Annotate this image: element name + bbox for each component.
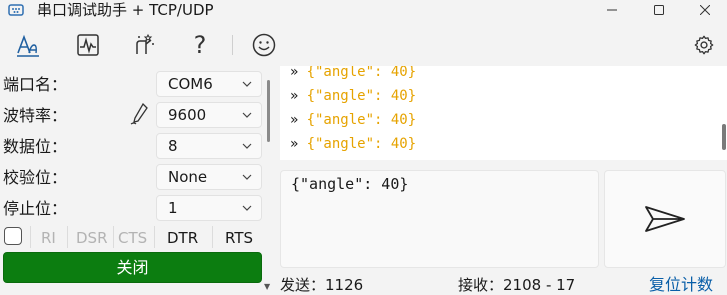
signal-divider bbox=[30, 226, 31, 248]
close-window-button[interactable] bbox=[682, 0, 727, 20]
reset-count-link[interactable]: 复位计数 bbox=[649, 275, 713, 295]
baud-value: 9600 bbox=[168, 106, 207, 124]
ri-indicator: RI bbox=[41, 229, 56, 247]
settings-scrollbar-thumb[interactable] bbox=[267, 80, 270, 142]
chevron-down-icon bbox=[242, 112, 252, 118]
log-line: » {"angle": 40} bbox=[290, 136, 417, 152]
received-count: 接收：2108 - 17 bbox=[458, 276, 576, 294]
port-select[interactable]: COM6 bbox=[156, 71, 262, 97]
scroll-down-icon[interactable]: ▼ bbox=[264, 282, 270, 291]
dtr-toggle[interactable]: DTR bbox=[167, 228, 198, 248]
baud-label: 波特率： bbox=[3, 106, 68, 125]
chevron-down-icon bbox=[242, 81, 252, 87]
help-icon: ? bbox=[193, 31, 207, 59]
minimize-icon bbox=[607, 9, 617, 11]
magic-wand-icon bbox=[136, 33, 154, 54]
log-line: » {"angle": 40} bbox=[290, 112, 417, 128]
maximize-button[interactable] bbox=[636, 0, 682, 20]
smiley-icon bbox=[252, 33, 276, 57]
parity-label: 校验位： bbox=[3, 168, 68, 187]
chevron-down-icon bbox=[242, 143, 252, 149]
window-title: 串口调试助手 + TCP/UDP bbox=[37, 1, 214, 19]
close-port-button[interactable]: 关闭 bbox=[3, 252, 262, 283]
signal-divider bbox=[113, 226, 114, 248]
stop-bits-select[interactable]: 1 bbox=[156, 195, 262, 221]
signal-divider bbox=[212, 226, 213, 248]
port-value: COM6 bbox=[168, 75, 213, 93]
settings-button[interactable] bbox=[688, 30, 720, 60]
font-button[interactable] bbox=[12, 30, 44, 60]
receive-log[interactable]: » {"angle": 40} » {"angle": 40} » {"angle":… bbox=[280, 66, 727, 160]
feedback-button[interactable] bbox=[248, 30, 280, 60]
toolbar-separator bbox=[232, 35, 233, 55]
maximize-icon bbox=[654, 5, 664, 15]
chevron-down-icon bbox=[242, 174, 252, 180]
stop-bits-value: 1 bbox=[168, 199, 178, 217]
log-line: » {"angle": 40} bbox=[290, 66, 417, 80]
minimize-button[interactable] bbox=[589, 0, 635, 20]
send-icon bbox=[645, 206, 685, 232]
cts-indicator: CTS bbox=[118, 229, 148, 247]
pencil-icon[interactable] bbox=[130, 102, 150, 126]
serial-port-icon bbox=[8, 4, 24, 16]
log-line: » {"angle": 40} bbox=[290, 88, 417, 104]
rts-toggle[interactable]: RTS bbox=[225, 228, 253, 248]
data-bits-value: 8 bbox=[168, 137, 178, 155]
log-scrollbar-thumb[interactable] bbox=[722, 124, 726, 150]
magic-button[interactable] bbox=[128, 30, 160, 60]
parity-select[interactable]: None bbox=[156, 164, 262, 190]
waveform-icon bbox=[77, 34, 99, 56]
chevron-down-icon bbox=[242, 205, 252, 211]
dsr-indicator: DSR bbox=[76, 229, 108, 247]
data-bits-select[interactable]: 8 bbox=[156, 133, 262, 159]
sent-count: 发送：1126 bbox=[280, 276, 364, 294]
gear-icon bbox=[694, 35, 714, 55]
parity-value: None bbox=[168, 168, 208, 186]
stop-bits-label: 停止位： bbox=[3, 199, 68, 218]
close-icon bbox=[700, 5, 710, 15]
baud-select[interactable]: 9600 bbox=[156, 102, 262, 128]
signal-divider bbox=[154, 226, 155, 248]
waveform-button[interactable] bbox=[72, 30, 104, 60]
signal-checkbox[interactable] bbox=[4, 227, 22, 245]
send-button[interactable] bbox=[604, 170, 726, 268]
signal-divider bbox=[67, 226, 68, 248]
help-button[interactable]: ? bbox=[184, 30, 216, 60]
font-icon bbox=[17, 34, 39, 57]
data-bits-label: 数据位： bbox=[3, 137, 68, 156]
send-input-text: {"angle": 40} bbox=[291, 175, 409, 193]
port-label: 端口名： bbox=[3, 75, 68, 94]
